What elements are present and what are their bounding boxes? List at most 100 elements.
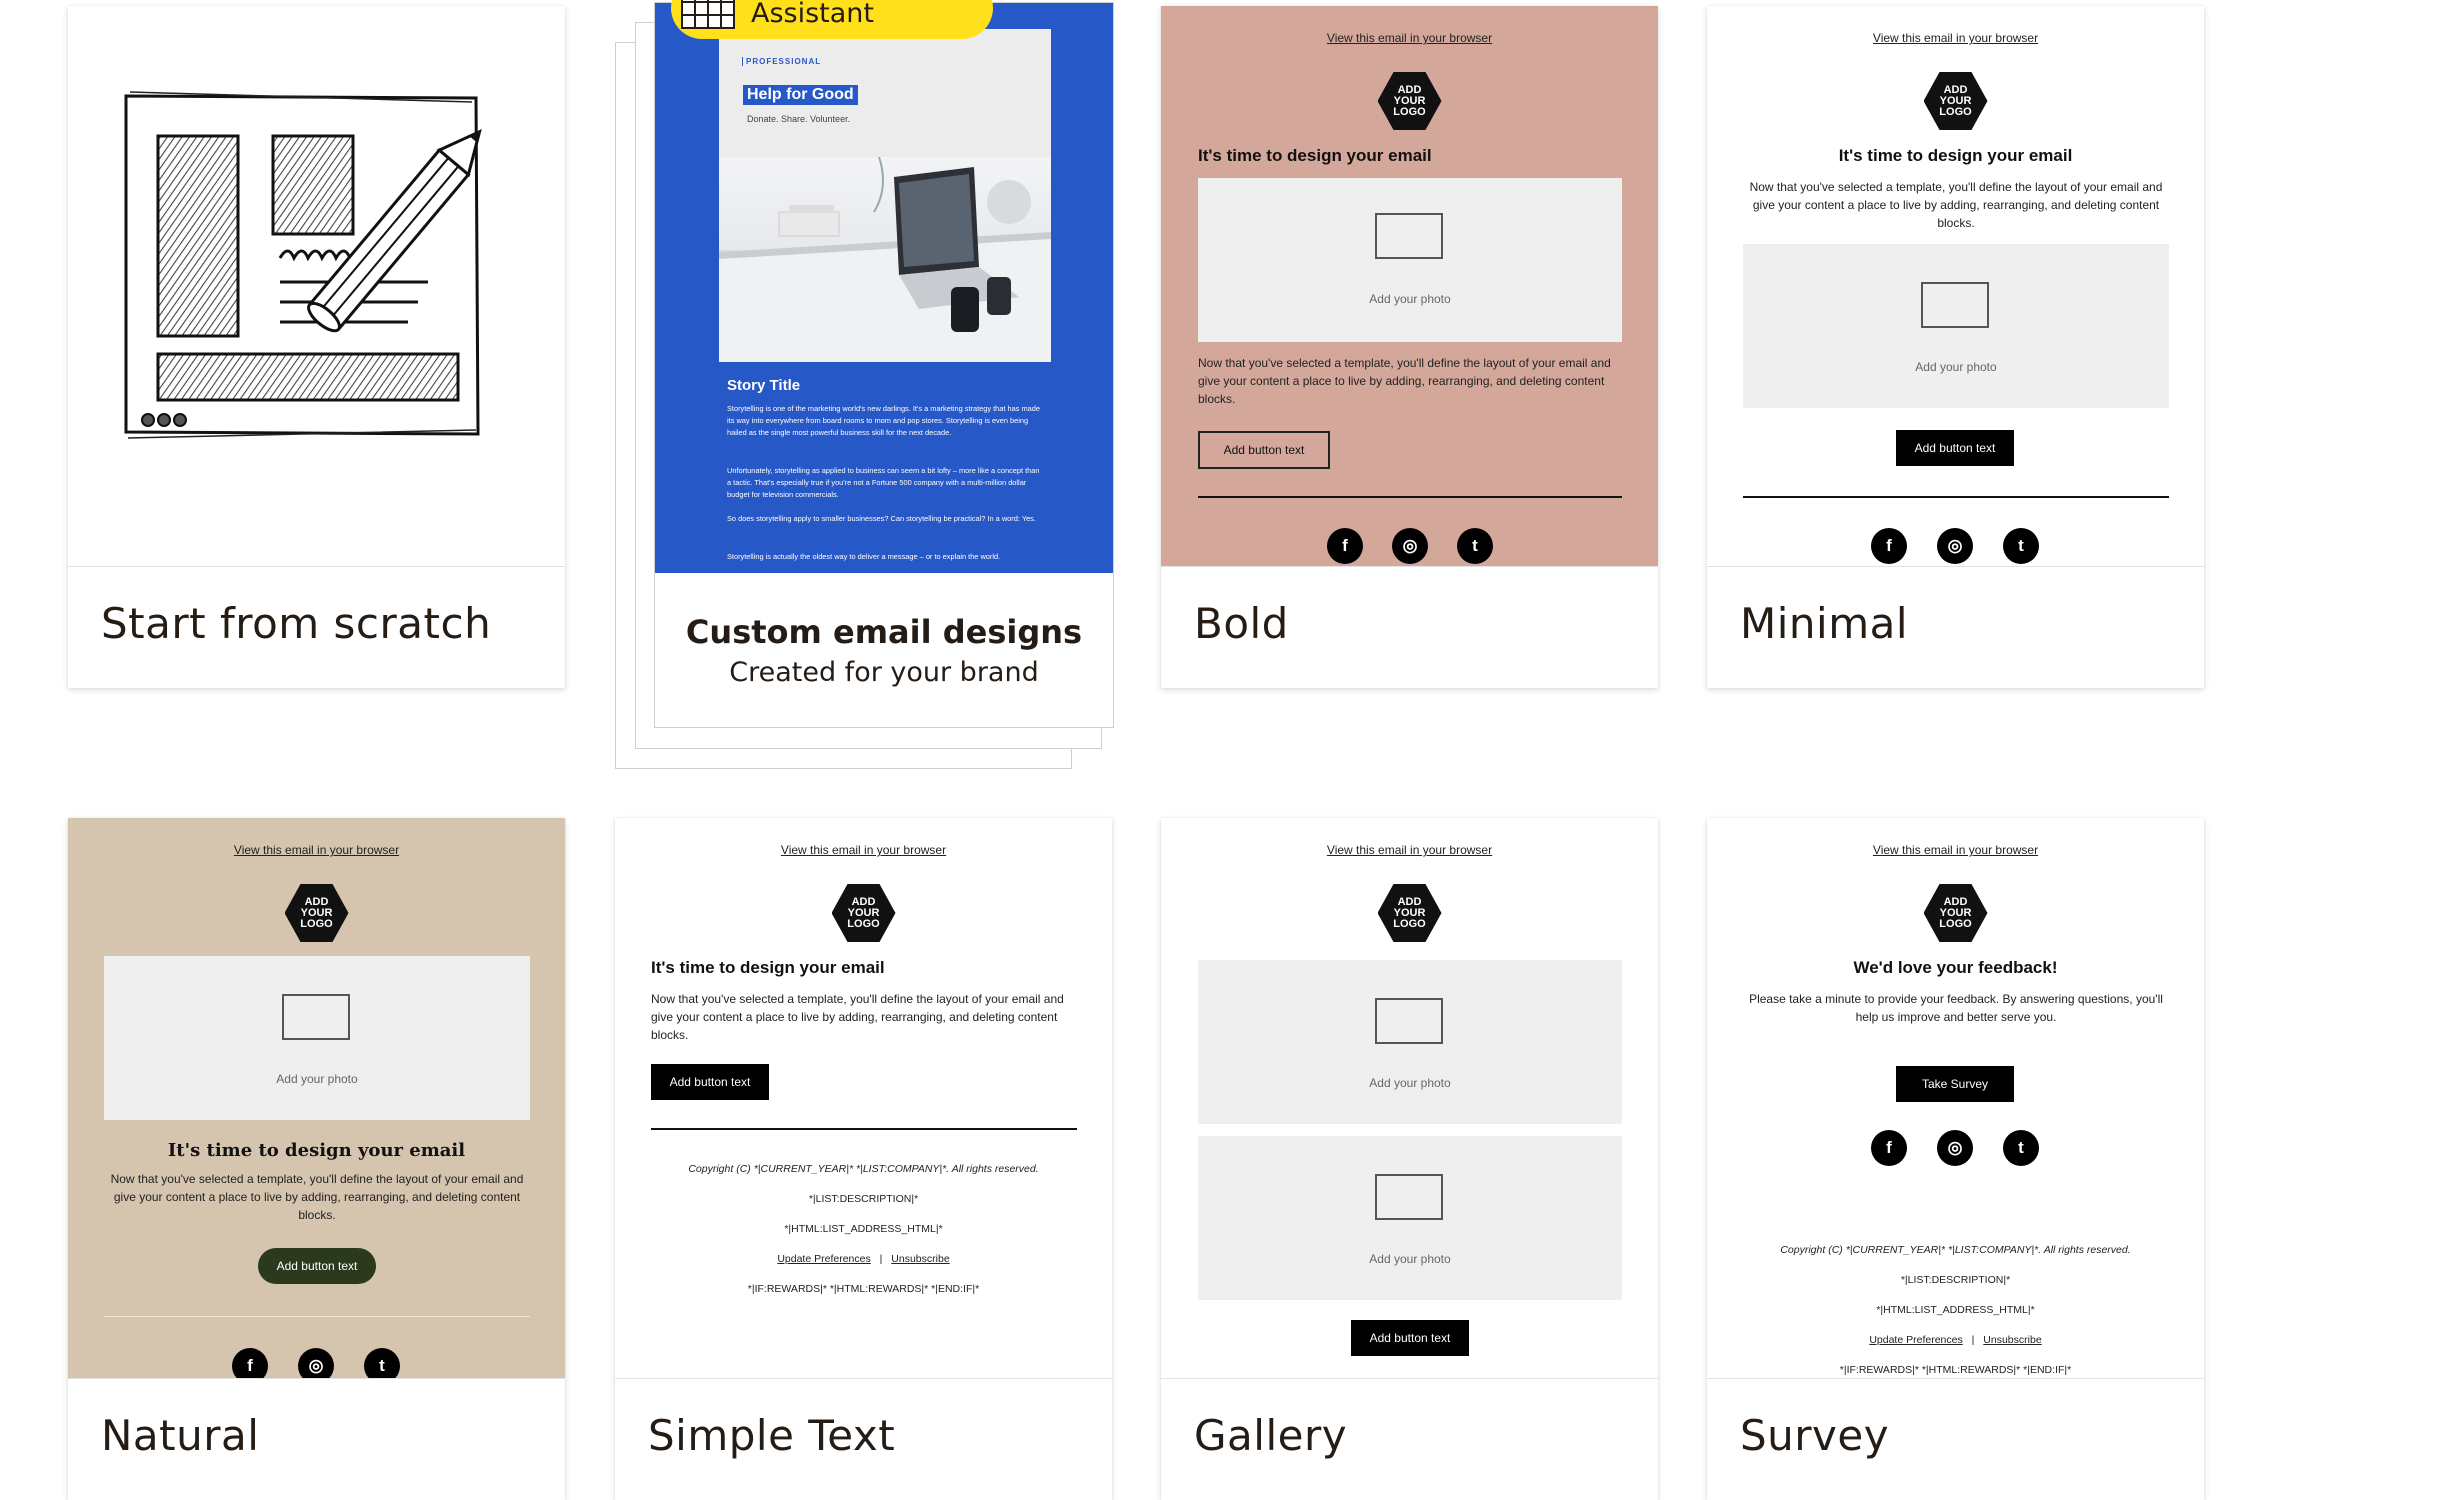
- preview-button: Add button text: [1896, 430, 2014, 466]
- logo-placeholder: ADD YOUR LOGO: [284, 884, 349, 942]
- footer-separator: |: [879, 1253, 883, 1265]
- creative-assistant-label: Creative Assistant: [751, 0, 875, 29]
- card-caption: Survey: [1707, 1378, 2204, 1500]
- template-card-natural[interactable]: View this email in your browser ADD YOUR…: [68, 818, 565, 1500]
- preview-body: Now that you've selected a template, you…: [110, 1172, 524, 1222]
- scratch-illustration: [68, 6, 565, 566]
- template-preview: View this email in your browser ADD YOUR…: [615, 818, 1112, 1378]
- card-subtitle: Created for your brand: [729, 657, 1039, 688]
- photo-label: Add your photo: [1369, 292, 1451, 306]
- card-title: Gallery: [1194, 1411, 1348, 1460]
- twitter-icon: t: [2003, 1130, 2039, 1166]
- logo-placeholder: ADD YOUR LOGO: [1923, 884, 1988, 942]
- card-title: Start from scratch: [101, 599, 492, 648]
- photo-placeholder: Add your photo: [104, 956, 530, 1120]
- card-caption: Start from scratch: [68, 566, 565, 688]
- footer-rewards: *|IF:REWARDS|* *|HTML:REWARDS|* *|END:IF…: [1839, 1364, 2072, 1376]
- instagram-icon: ◎: [1937, 1130, 1973, 1166]
- template-preview: View this email in your browser ADD YOUR…: [1707, 6, 2204, 566]
- card-caption: Gallery: [1161, 1378, 1658, 1500]
- card-title: Natural: [101, 1411, 260, 1460]
- facebook-icon: f: [1871, 1130, 1907, 1166]
- footer-links: Update Preferences | Unsubscribe: [1707, 1334, 2204, 1346]
- photo-label: Add your photo: [1369, 1076, 1451, 1090]
- footer-copyright: Copyright (C) *|CURRENT_YEAR|* *|LIST:CO…: [1780, 1244, 2131, 1256]
- custom-design-preview: PROFESSIONAL Help for Good Donate. Share…: [655, 3, 1113, 573]
- logo-placeholder: ADD YOUR LOGO: [1377, 72, 1442, 130]
- preview-headline: It's time to design your email: [651, 958, 885, 977]
- instagram-icon: ◎: [1392, 528, 1428, 564]
- preview-body: Now that you've selected a template, you…: [1749, 180, 2163, 230]
- facebook-icon: f: [1871, 528, 1907, 564]
- divider: [651, 1128, 1077, 1130]
- preview-body: Now that you've selected a template, you…: [1198, 356, 1611, 406]
- preview-paragraph-4: Storytelling is actually the oldest way …: [727, 552, 1001, 561]
- facebook-icon: f: [1327, 528, 1363, 564]
- grid-icon: [681, 0, 735, 29]
- preview-headline: We'd love your feedback!: [1853, 958, 2058, 977]
- update-preferences-link: Update Preferences: [1869, 1334, 1963, 1346]
- preview-story-title: Story Title: [727, 377, 801, 394]
- photo-placeholder: Add your photo: [1743, 244, 2169, 408]
- update-preferences-link: Update Preferences: [777, 1253, 871, 1265]
- twitter-icon: t: [364, 1348, 400, 1378]
- template-card-simple-text[interactable]: View this email in your browser ADD YOUR…: [615, 818, 1112, 1500]
- preview-button: Add button text: [258, 1248, 376, 1284]
- footer-separator: |: [1971, 1334, 1975, 1346]
- preview-photo-desk: [719, 157, 1051, 362]
- divider: [1743, 496, 2169, 498]
- unsubscribe-link: Unsubscribe: [1983, 1334, 2042, 1346]
- card-title: Bold: [1194, 599, 1289, 648]
- template-card-minimal[interactable]: View this email in your browser ADD YOUR…: [1707, 6, 2204, 688]
- image-icon: [1375, 998, 1443, 1044]
- laptop-photo-illustration: [719, 157, 1051, 362]
- footer-list-address: *|HTML:LIST_ADDRESS_HTML|*: [784, 1223, 943, 1235]
- card-title: Custom email designs: [685, 613, 1083, 651]
- template-preview: View this email in your browser ADD YOUR…: [1161, 818, 1658, 1378]
- photo-label: Add your photo: [276, 1072, 358, 1086]
- divider: [104, 1316, 530, 1317]
- template-card-survey[interactable]: View this email in your browser ADD YOUR…: [1707, 818, 2204, 1500]
- image-icon: [1375, 1174, 1443, 1220]
- preview-paragraph-3: So does storytelling apply to smaller bu…: [727, 514, 1036, 523]
- view-in-browser-link: View this email in your browser: [1326, 843, 1493, 857]
- footer-list-address: *|HTML:LIST_ADDRESS_HTML|*: [1876, 1304, 2035, 1316]
- logo-placeholder: ADD YOUR LOGO: [831, 884, 896, 942]
- view-in-browser-link: View this email in your browser: [1326, 31, 1493, 45]
- footer-links: Update Preferences | Unsubscribe: [615, 1253, 1112, 1265]
- photo-label: Add your photo: [1369, 1252, 1451, 1266]
- logo-placeholder: ADD YOUR LOGO: [1377, 884, 1442, 942]
- card-caption: Natural: [68, 1378, 565, 1500]
- divider: [1198, 496, 1622, 498]
- template-card-start-from-scratch[interactable]: Start from scratch: [68, 6, 565, 688]
- take-survey-button: Take Survey: [1896, 1066, 2014, 1102]
- preview-headline: It's time to design your email: [1198, 146, 1432, 165]
- sketch-layout-icon: [124, 91, 482, 439]
- preview-headline: It's time to design your email: [167, 1140, 466, 1161]
- card-title: Minimal: [1740, 599, 1909, 648]
- preview-button: Add button text: [651, 1064, 769, 1100]
- view-in-browser-link: View this email in your browser: [1872, 31, 2039, 45]
- instagram-icon: ◎: [298, 1348, 334, 1378]
- view-in-browser-link: View this email in your browser: [1872, 843, 2039, 857]
- preview-body: Now that you've selected a template, you…: [651, 992, 1064, 1042]
- view-in-browser-link: View this email in your browser: [233, 843, 400, 857]
- unsubscribe-link: Unsubscribe: [891, 1253, 950, 1265]
- photo-label: Add your photo: [1915, 360, 1997, 374]
- card-caption: Minimal: [1707, 566, 2204, 688]
- template-card-gallery[interactable]: View this email in your browser ADD YOUR…: [1161, 818, 1658, 1500]
- preview-button: Add button text: [1198, 431, 1330, 469]
- photo-placeholder: Add your photo: [1198, 960, 1622, 1124]
- template-preview: View this email in your browser ADD YOUR…: [1707, 818, 2204, 1378]
- logo-placeholder: ADD YOUR LOGO: [1923, 72, 1988, 130]
- creative-assistant-badge[interactable]: Creative Assistant: [671, 0, 993, 39]
- preview-headline: Help for Good: [743, 85, 858, 105]
- image-icon: [1375, 213, 1443, 259]
- template-card-custom-email-designs[interactable]: PROFESSIONAL Help for Good Donate. Share…: [654, 0, 1114, 728]
- template-card-bold[interactable]: View this email in your browser ADD YOUR…: [1161, 6, 1658, 688]
- view-in-browser-link: View this email in your browser: [780, 843, 947, 857]
- template-preview: View this email in your browser ADD YOUR…: [68, 818, 565, 1378]
- image-icon: [1921, 282, 1989, 328]
- instagram-icon: ◎: [1937, 528, 1973, 564]
- image-icon: [282, 994, 350, 1040]
